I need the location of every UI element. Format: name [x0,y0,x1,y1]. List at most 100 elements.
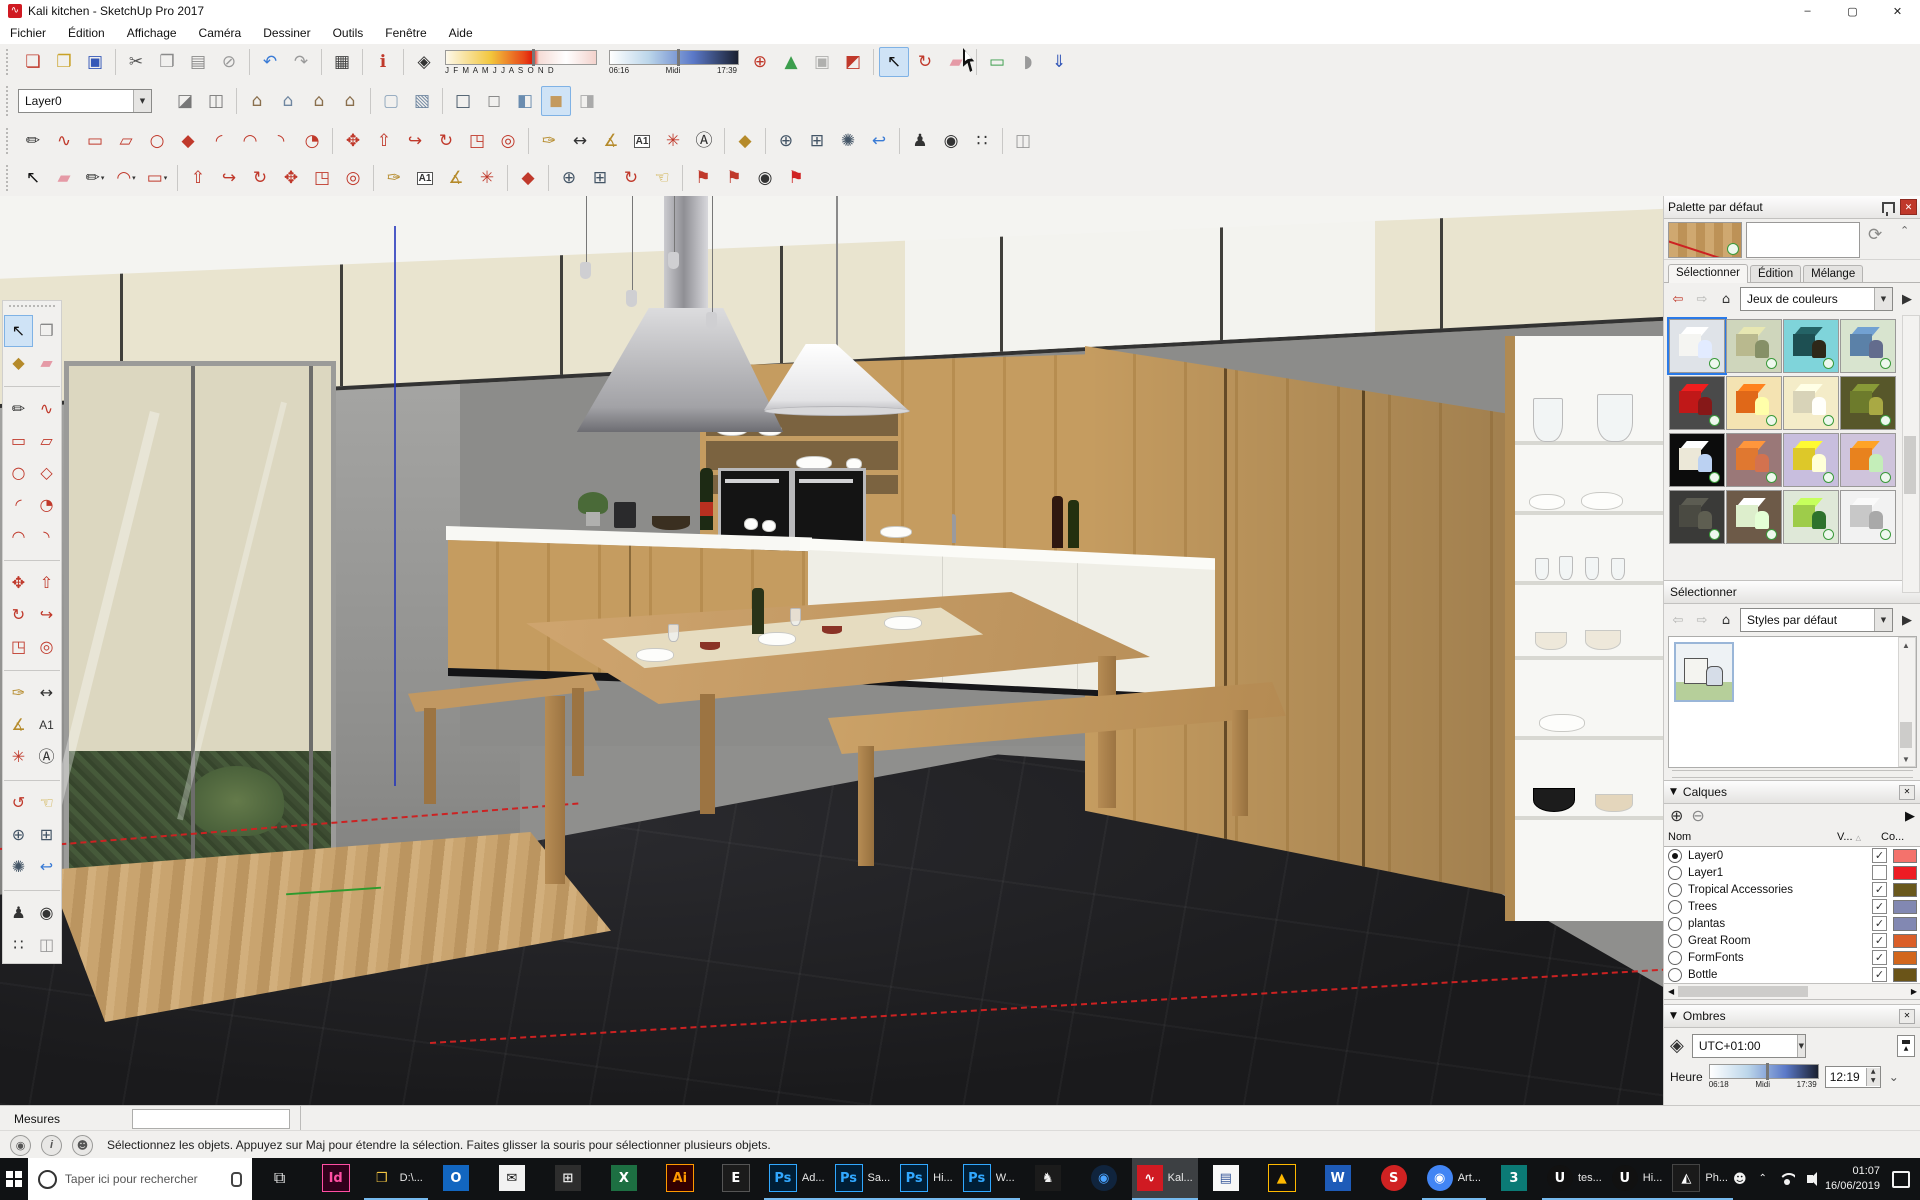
text-button[interactable]: A1 [627,126,657,156]
freehand-tool-button[interactable]: ∿ [32,393,61,425]
layer-visible-checkbox[interactable]: ✓ [1872,848,1887,863]
layer-visible-checkbox[interactable] [1872,865,1887,880]
print-button[interactable]: ▦ [327,47,357,77]
chevron-down-icon[interactable]: ▼ [1797,1035,1805,1057]
layer-color-chip[interactable] [1893,917,1917,931]
materials-scrollbar[interactable] [1902,315,1920,593]
zoom-tool-button[interactable]: ⊕ [4,819,33,851]
layer-visible-checkbox[interactable]: ✓ [1872,933,1887,948]
style-monochrome-button[interactable]: ◨ [572,86,602,116]
three-point-arc-button[interactable]: ◝ [266,126,296,156]
scrollbar-thumb[interactable] [1904,436,1916,494]
home-icon[interactable]: ⌂ [1716,289,1736,309]
rotate-button[interactable]: ↻ [431,126,461,156]
save-file-button[interactable]: ▣ [80,47,110,77]
make-component-tool-button[interactable]: ❒ [32,315,61,347]
arc-flyout-button[interactable]: ◠▾ [111,163,141,193]
scroll-left-icon[interactable]: ◀ [1664,988,1678,996]
layer-row-plantas[interactable]: plantas✓ [1664,915,1920,932]
screen-share-button[interactable]: ▭ [982,47,1012,77]
microphone-icon[interactable] [231,1172,242,1187]
style-shaded-textures-button[interactable]: ◼ [541,86,571,116]
follow-me-tool-button[interactable]: ↪ [32,599,61,631]
time-slider-thumb[interactable] [677,49,680,66]
collapse-triangle-icon[interactable]: ▼ [1670,788,1677,797]
chevron-down-icon[interactable]: ▼ [133,90,151,112]
pan-tool-button[interactable]: ☜ [32,787,61,819]
push-pull-button[interactable]: ⇧ [183,163,213,193]
taskbar-app-outlook[interactable]: O [428,1158,484,1200]
scale-button[interactable]: ◳ [307,163,337,193]
scrollbar-thumb[interactable] [1678,986,1808,997]
hour-slider-thumb[interactable] [1766,1063,1769,1080]
style-hidden-line-button[interactable]: ◻ [479,86,509,116]
polygon-tool-button[interactable]: ◇ [32,457,61,489]
position-camera-button[interactable]: ♟ [905,126,935,156]
look-around-button[interactable]: ◉ [750,163,780,193]
pie-button[interactable]: ◔ [297,126,327,156]
style-xray-button[interactable]: ▢ [376,86,406,116]
scale-tool-button[interactable]: ◳ [4,631,33,663]
material-swatch-3[interactable] [1783,319,1839,373]
layer-row-tropical-accessories[interactable]: Tropical Accessories✓ [1664,881,1920,898]
dimension-tool-button[interactable]: ↔ [32,677,61,709]
start-button[interactable] [0,1158,28,1200]
scale-button[interactable]: ◳ [462,126,492,156]
layer-active-radio[interactable] [1668,934,1682,948]
material-swatch-10[interactable] [1726,433,1782,487]
zoom-button[interactable]: ⊕ [771,126,801,156]
position-camera-tool-button[interactable]: ♟ [4,897,33,929]
paste-button[interactable]: ▤ [183,47,213,77]
rectangle-flyout-button[interactable]: ▭▾ [142,163,172,193]
threed-text-button[interactable]: Ⓐ [689,126,719,156]
rotate-tool-button[interactable]: ↻ [4,599,33,631]
two-point-arc-button[interactable]: ◠ [235,126,265,156]
back-arrow-icon[interactable]: ⇦ [1668,610,1688,630]
location-pin-button[interactable]: ⚑ [781,163,811,193]
material-swatch-9[interactable] [1669,433,1725,487]
layer-row-trees[interactable]: Trees✓ [1664,898,1920,915]
style-wireframe-button[interactable]: □ [448,86,478,116]
taskbar-app-excel[interactable]: X [596,1158,652,1200]
taskbar-app-3ds-max[interactable]: 3 [1486,1158,1542,1200]
layer-active-radio[interactable] [1668,849,1682,863]
layer-row-layer1[interactable]: Layer1 [1664,864,1920,881]
shadow-toggle-icon[interactable]: ◈ [1670,1037,1684,1055]
protractor-tool-button[interactable]: ∡ [4,709,33,741]
taskbar-app-chrome[interactable]: ◉Art... [1422,1158,1486,1200]
pie-tool-button[interactable]: ◔ [32,489,61,521]
add-layer-button[interactable]: ⊕ [1670,808,1683,824]
shadow-date-slider[interactable]: J F M A M J J A S O N D [445,50,597,75]
layers-hscrollbar[interactable]: ◀ ▶ [1664,984,1920,1000]
layers-detail-arrow-icon[interactable]: ▶ [1905,810,1915,823]
taskbar-app-notepad[interactable]: ▤ [1198,1158,1254,1200]
measurement-input[interactable] [132,1109,290,1129]
material-swatch-16[interactable] [1840,490,1896,544]
zoom-extents-button[interactable]: ✺ [833,126,863,156]
offset-button[interactable]: ◎ [493,126,523,156]
taskbar-app-character-app[interactable]: ♞ [1020,1158,1076,1200]
material-swatch-14[interactable] [1726,490,1782,544]
tab-melange[interactable]: Mélange [1803,265,1863,282]
three-point-arc-tool-button[interactable]: ◝ [32,521,61,553]
text-tool-button[interactable]: A1 [32,709,61,741]
scroll-down-icon[interactable]: ▼ [1899,752,1913,766]
credits-person-icon[interactable]: ☻ [72,1135,93,1156]
layers-col-visible[interactable]: V... △ [1837,831,1881,843]
line-tool-button[interactable]: ✏ [4,393,33,425]
layer-color-chip[interactable] [1893,968,1917,982]
material-swatch-11[interactable] [1783,433,1839,487]
walk-button[interactable]: ∷ [967,126,997,156]
layer-active-radio[interactable] [1668,968,1682,982]
detail-arrow-icon[interactable]: ▶ [1897,289,1917,309]
layer-active-radio[interactable] [1668,883,1682,897]
select-button[interactable]: ↖ [18,163,48,193]
layer-color-chip[interactable] [1893,934,1917,948]
zoom-extents-tool-button[interactable]: ✺ [4,851,33,883]
layer-dropdown[interactable]: Layer0 ▼ [18,89,152,113]
axes-tool-button[interactable]: ✳ [4,741,33,773]
redo-button[interactable]: ↷ [286,47,316,77]
zoom-window-button[interactable]: ⊞ [802,126,832,156]
menu-outils[interactable]: Outils [333,26,364,40]
close-panel-button[interactable]: ✕ [1900,199,1917,215]
